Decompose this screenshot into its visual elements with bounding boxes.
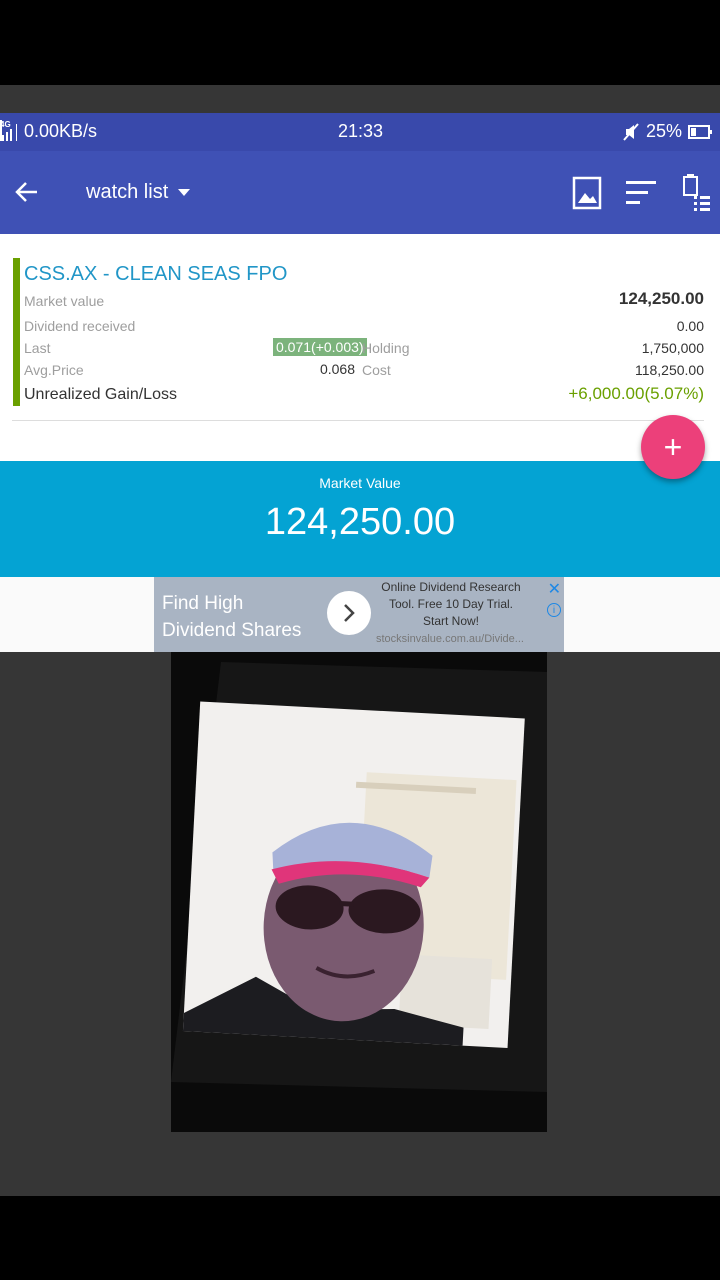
watchlist-dropdown[interactable]: watch list [86, 181, 191, 204]
bottom-black-bar [0, 1196, 720, 1280]
cost-value: 118,250.00 [634, 362, 704, 378]
ad-open-button[interactable] [327, 591, 371, 635]
ad-strip: Find High Dividend Shares Online Dividen… [0, 577, 720, 652]
clipboard-list-icon[interactable] [678, 173, 714, 213]
dropdown-caret-icon [178, 189, 191, 196]
gain-value: +6,000.00(5.07%) [568, 384, 704, 403]
gain-indicator-bar [13, 258, 20, 406]
market-value: 124,250.00 [618, 289, 704, 308]
ad-close-icon[interactable]: ✕ [548, 579, 561, 599]
ad-body: Online Dividend Research Tool. Free 10 D… [381, 580, 521, 628]
ad-info-icon[interactable]: i [547, 603, 561, 617]
holding-label: Holding [362, 340, 410, 356]
top-black-bar [0, 0, 720, 85]
summary-label: Market Value [319, 475, 401, 491]
clock: 21:33 [338, 121, 384, 141]
selfie-photo [171, 652, 547, 1132]
status-bar: 4G 0.00KB/s 21:33 25% [0, 113, 720, 151]
ad-banner[interactable]: Find High Dividend Shares Online Dividen… [154, 577, 564, 652]
holding-value: 1,750,000 [641, 340, 704, 356]
chevron-right-icon [344, 604, 355, 622]
battery-icon [688, 124, 712, 139]
avg-price-label: Avg.Price [24, 362, 84, 378]
gain-label: Unrealized Gain/Loss [24, 386, 177, 403]
stock-title: CSS.AX - CLEAN SEAS FPO [24, 263, 288, 285]
holding-card[interactable]: CSS.AX - CLEAN SEAS FPO Market value 124… [0, 234, 720, 461]
dividend-label: Dividend received [24, 318, 136, 334]
image-icon[interactable] [570, 173, 606, 213]
top-gray-band [0, 85, 720, 113]
last-label: Last [24, 340, 51, 356]
last-price-badge: 0.071(+0.003) [273, 338, 367, 356]
sort-icon[interactable] [622, 173, 658, 213]
summary-value: 124,250.00 [264, 501, 456, 543]
back-arrow-icon[interactable] [12, 177, 42, 207]
add-button[interactable]: + [641, 415, 705, 479]
network-speed: 0.00KB/s [24, 121, 98, 141]
avg-price-value: 0.068 [319, 361, 355, 377]
app-bar: watch list [0, 151, 720, 234]
signal-icon: 4G [0, 119, 20, 142]
page-title: watch list [86, 181, 169, 203]
ad-headline: Find High Dividend Shares [162, 593, 302, 641]
selfie-image [171, 662, 547, 1092]
mute-icon [623, 122, 639, 141]
cost-label: Cost [362, 362, 391, 378]
dividend-value: 0.00 [676, 318, 704, 334]
market-value-panel: Market Value 124,250.00 [0, 461, 720, 577]
battery-percent: 25% [645, 121, 682, 141]
ad-url[interactable]: stocksinvalue.com.au/Divide... [376, 633, 524, 645]
market-value-label: Market value [24, 293, 105, 309]
divider [12, 420, 704, 421]
